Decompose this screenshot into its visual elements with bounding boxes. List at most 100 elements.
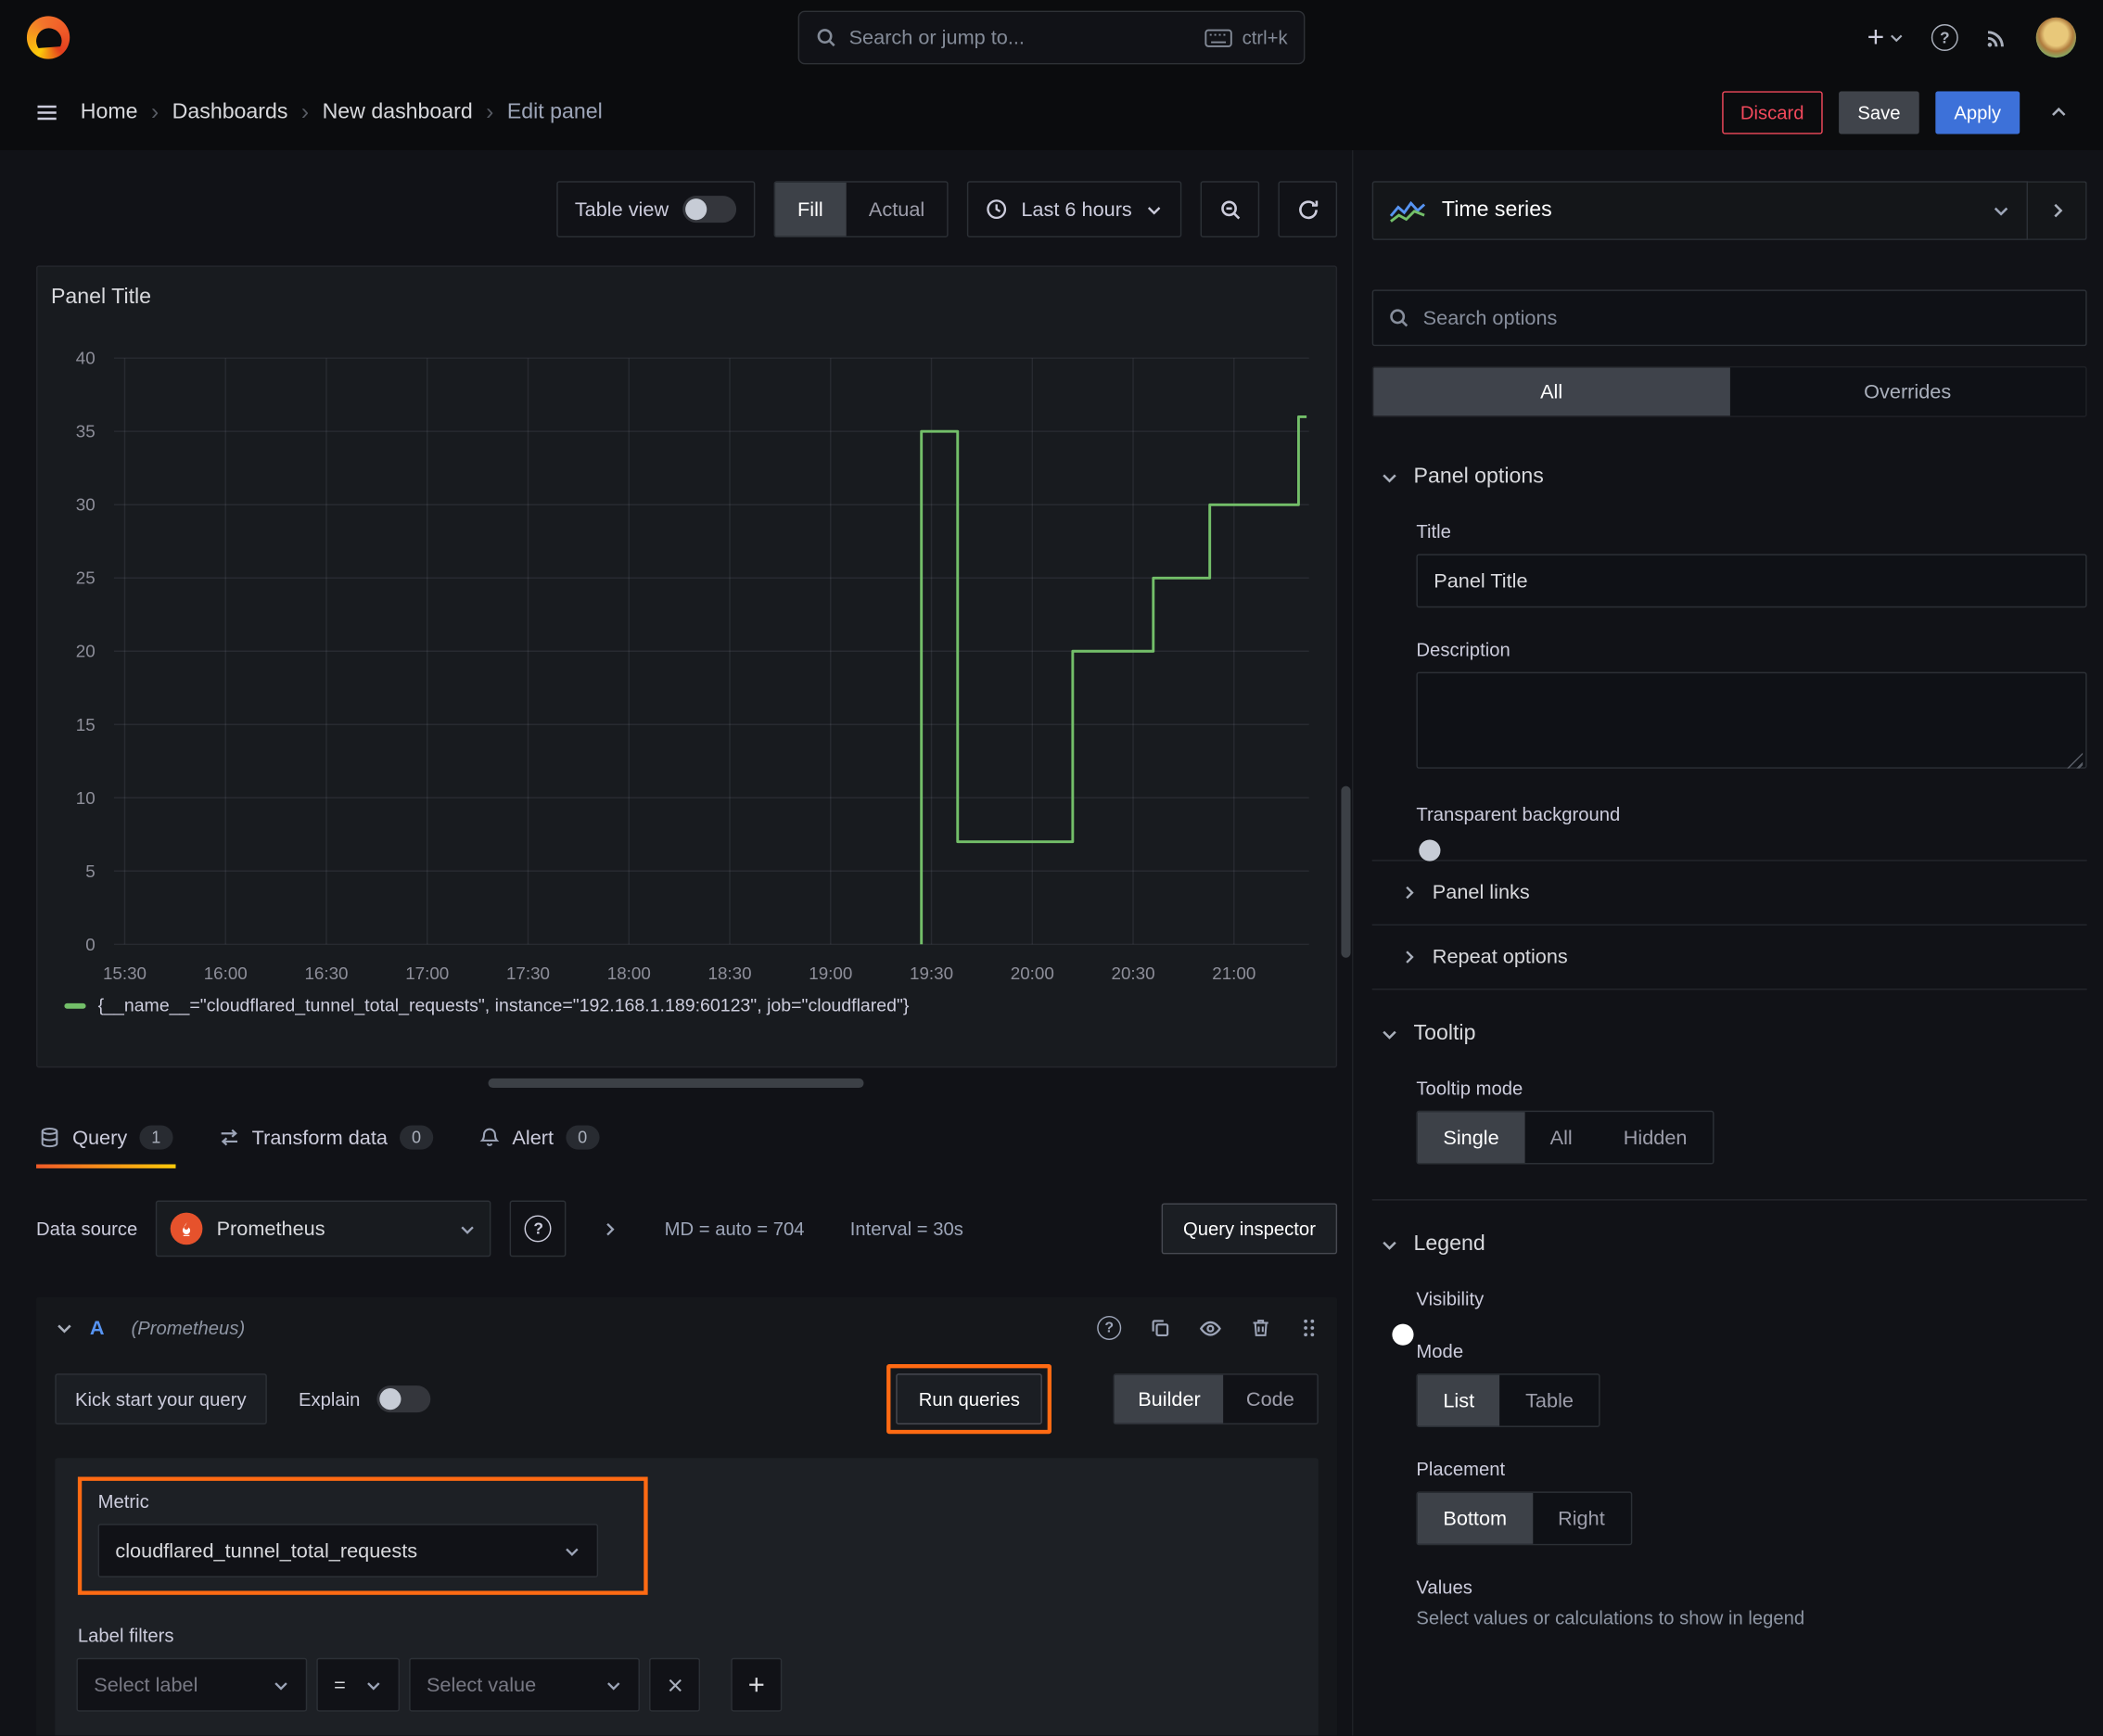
datasource-help-button[interactable]: ?	[510, 1200, 567, 1257]
actual-option[interactable]: Actual	[846, 183, 947, 236]
drag-handle-icon[interactable]	[1300, 1317, 1319, 1338]
filter-all-option[interactable]: All	[1373, 367, 1730, 416]
keyboard-icon	[1204, 28, 1232, 48]
panel-links-label: Panel links	[1432, 881, 1530, 904]
breadcrumb-new-dashboard[interactable]: New dashboard	[323, 100, 473, 124]
tab-alert-label: Alert	[512, 1126, 554, 1149]
filter-overrides-option[interactable]: Overrides	[1729, 367, 2085, 415]
tooltip-mode-hidden[interactable]: Hidden	[1598, 1112, 1713, 1163]
apply-button[interactable]: Apply	[1935, 91, 2020, 134]
legend-series-label[interactable]: {__name__="cloudflared_tunnel_total_requ…	[98, 995, 910, 1015]
tab-transform-data[interactable]: Transform data 0	[216, 1106, 436, 1168]
vertical-scrollbar[interactable]	[1341, 785, 1351, 958]
tab-query[interactable]: Query 1	[36, 1106, 175, 1168]
legend-placement-right[interactable]: Right	[1533, 1493, 1631, 1544]
builder-option[interactable]: Builder	[1115, 1374, 1224, 1423]
chevron-up-icon[interactable]	[2044, 98, 2073, 128]
global-search-field[interactable]	[848, 26, 1193, 49]
tooltip-mode-all[interactable]: All	[1524, 1112, 1598, 1163]
query-help-icon[interactable]: ?	[1097, 1315, 1122, 1340]
timeseries-viz-icon	[1389, 198, 1426, 223]
eye-icon[interactable]	[1199, 1317, 1222, 1340]
chevron-down-icon[interactable]	[55, 1319, 73, 1337]
time-range-picker[interactable]: Last 6 hours	[967, 181, 1182, 238]
panel-links-section[interactable]: Panel links	[1406, 862, 2087, 925]
chevron-right-icon: ›	[300, 99, 310, 125]
fill-option[interactable]: Fill	[774, 182, 847, 236]
select-label-dropdown[interactable]: Select label	[76, 1657, 308, 1712]
user-avatar[interactable]	[2035, 17, 2077, 58]
svg-text:30: 30	[76, 495, 96, 515]
query-editor: Data source Prometheus ? MD = auto = 704…	[36, 1200, 1338, 1736]
svg-text:25: 25	[76, 568, 96, 588]
table-view-toggle[interactable]	[682, 196, 736, 223]
panel-options-header[interactable]: Panel options	[1380, 466, 2086, 490]
select-value-placeholder: Select value	[426, 1673, 537, 1697]
duplicate-icon[interactable]	[1150, 1317, 1171, 1338]
legend-placement-bottom[interactable]: Bottom	[1417, 1492, 1533, 1544]
global-search-input[interactable]: ctrl+k	[797, 10, 1306, 65]
select-value-dropdown[interactable]: Select value	[409, 1657, 640, 1712]
repeat-options-section[interactable]: Repeat options	[1406, 925, 2087, 989]
tooltip-header[interactable]: Tooltip	[1380, 1022, 2086, 1046]
panel-title-input[interactable]	[1416, 554, 2087, 608]
svg-text:10: 10	[76, 788, 96, 808]
tab-alert[interactable]: Alert 0	[476, 1106, 602, 1168]
metric-annotation-box: Metric cloudflared_tunnel_total_requests	[77, 1476, 648, 1595]
datasource-picker[interactable]: Prometheus	[156, 1200, 492, 1257]
svg-text:15:30: 15:30	[103, 964, 147, 983]
code-option[interactable]: Code	[1223, 1375, 1317, 1423]
menu-toggle-button[interactable]	[30, 96, 65, 131]
remove-filter-button[interactable]	[649, 1657, 701, 1712]
discard-button[interactable]: Discard	[1721, 91, 1823, 134]
grafana-logo-icon[interactable]	[26, 16, 70, 59]
operator-dropdown[interactable]: =	[316, 1657, 401, 1712]
panel-title-field[interactable]	[1434, 569, 2070, 593]
divider	[1371, 1199, 2087, 1201]
operator-value: =	[334, 1673, 346, 1697]
add-filter-button[interactable]	[731, 1657, 783, 1712]
time-series-chart: 0 5 10 15 20 25 30 35 40 15:30 16:00 16:30 17:00 17:3…	[76, 349, 1309, 983]
metric-select[interactable]: cloudflared_tunnel_total_requests	[97, 1524, 599, 1578]
repeat-options-label: Repeat options	[1432, 945, 1568, 969]
horizontal-resize-handle[interactable]	[488, 1078, 864, 1089]
options-pane: Time series All Overrides	[1352, 150, 2103, 1736]
help-button[interactable]: ?	[1931, 24, 1958, 51]
explain-toggle[interactable]	[376, 1385, 430, 1413]
rss-icon[interactable]	[1985, 25, 2009, 49]
table-view-label: Table view	[574, 198, 669, 221]
visualization-picker[interactable]: Time series	[1371, 181, 2029, 240]
chevron-down-icon	[550, 1542, 580, 1560]
svg-text:20:30: 20:30	[1112, 964, 1155, 983]
clock-icon	[987, 198, 1008, 220]
collapse-options-button[interactable]	[2028, 181, 2087, 240]
chevron-down-icon	[259, 1676, 289, 1693]
breadcrumb-dashboards[interactable]: Dashboards	[172, 100, 288, 124]
legend-series-swatch[interactable]	[64, 1002, 86, 1008]
chevron-down-icon	[1992, 201, 2010, 220]
refresh-button[interactable]	[1278, 181, 1338, 238]
query-inspector-button[interactable]: Query inspector	[1161, 1203, 1338, 1255]
angle-right-icon[interactable]	[602, 1220, 619, 1238]
legend-mode-table[interactable]: Table	[1500, 1375, 1600, 1426]
chevron-down-icon	[1380, 1235, 1398, 1254]
tooltip-mode-single[interactable]: Single	[1417, 1112, 1525, 1164]
tooltip-body: Tooltip mode Single All Hidden	[1416, 1077, 2086, 1165]
options-search[interactable]	[1371, 289, 2087, 347]
save-button[interactable]: Save	[1839, 91, 1919, 134]
options-search-field[interactable]	[1422, 306, 2071, 330]
run-queries-button[interactable]: Run queries	[896, 1373, 1043, 1425]
chart-legend: {__name__="cloudflared_tunnel_total_requ…	[64, 995, 909, 1015]
svg-text:0: 0	[85, 935, 95, 954]
trash-icon[interactable]	[1250, 1317, 1271, 1338]
legend-body: Visibility Mode List Table Placement Bot…	[1392, 1288, 2086, 1628]
kick-start-button[interactable]: Kick start your query	[55, 1373, 267, 1425]
breadcrumb-home[interactable]: Home	[81, 100, 138, 124]
legend-mode-list[interactable]: List	[1417, 1374, 1500, 1426]
new-menu-button[interactable]: +	[1867, 22, 1905, 53]
query-ref-id[interactable]: A	[90, 1317, 105, 1340]
description-textarea[interactable]	[1416, 671, 2087, 769]
legend-header[interactable]: Legend	[1380, 1232, 2086, 1257]
zoom-out-button[interactable]	[1200, 181, 1260, 238]
legend-values-help: Select values or calculations to show in…	[1416, 1606, 1805, 1628]
